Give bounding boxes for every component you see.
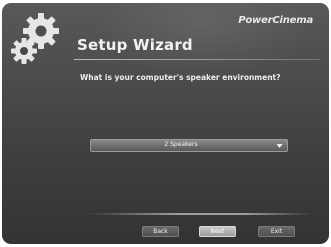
page-title: Setup Wizard bbox=[77, 36, 193, 54]
gears-icon bbox=[11, 13, 59, 64]
brand-logo: PowerCinema bbox=[238, 15, 313, 26]
chevron-down-icon[interactable] bbox=[276, 143, 283, 149]
speaker-select-value: 2 Speakers bbox=[164, 141, 198, 148]
exit-button[interactable]: Exit bbox=[258, 226, 295, 237]
back-button[interactable]: Back bbox=[142, 226, 179, 237]
next-button[interactable]: Next bbox=[199, 226, 236, 237]
speaker-environment-select[interactable]: 2 Speakers bbox=[90, 139, 288, 152]
title-divider bbox=[74, 59, 320, 60]
speaker-question: What is your computer's speaker environm… bbox=[80, 73, 281, 82]
footer-divider bbox=[88, 213, 312, 215]
setup-wizard-window: PowerCinema Setup Wizard What is your co… bbox=[2, 3, 329, 244]
